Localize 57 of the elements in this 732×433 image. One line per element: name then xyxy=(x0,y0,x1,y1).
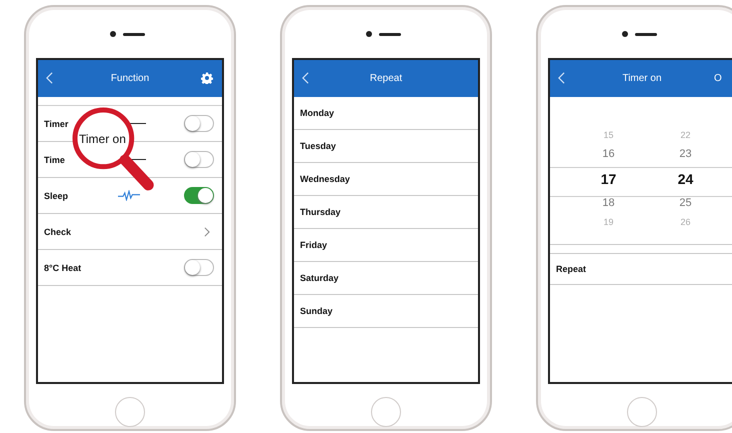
home-button[interactable] xyxy=(627,397,657,427)
list-item[interactable]: Sunday xyxy=(294,295,478,328)
camera-icon xyxy=(622,31,628,37)
header-action[interactable]: O xyxy=(714,73,722,84)
time-picker[interactable]: 15 16 17 18 19 22 23 24 25 26 xyxy=(550,97,732,245)
day-label: Saturday xyxy=(300,273,339,283)
setting-label: Time xyxy=(44,154,65,164)
camera-icon xyxy=(366,31,372,37)
toggle-switch[interactable] xyxy=(184,151,214,168)
setting-label: Timer xyxy=(44,118,68,128)
hour-value: 17 xyxy=(600,170,616,189)
screen-title: Function xyxy=(110,73,150,84)
setting-label: Sleep xyxy=(44,190,68,200)
home-button[interactable] xyxy=(371,397,401,427)
hour-value: 18 xyxy=(602,196,615,211)
hour-value: 15 xyxy=(603,129,614,142)
setting-row[interactable]: Sleep xyxy=(38,178,222,214)
day-label: Friday xyxy=(300,240,328,250)
toggle-switch[interactable] xyxy=(184,259,214,276)
setting-row[interactable]: Check xyxy=(38,214,222,250)
day-label: Wednesday xyxy=(300,174,350,184)
list-item[interactable]: Wednesday xyxy=(294,163,478,196)
minute-value: 25 xyxy=(679,196,692,211)
toggle-switch[interactable] xyxy=(184,187,214,204)
minute-value: 26 xyxy=(680,216,690,229)
back-icon[interactable] xyxy=(558,72,565,84)
list-item[interactable]: Monday xyxy=(294,97,478,130)
setting-label: Check xyxy=(44,226,72,236)
setting-row[interactable]: 8°C Heat xyxy=(38,250,222,286)
minute-value: 23 xyxy=(679,147,692,162)
back-icon[interactable] xyxy=(302,72,309,84)
list-item[interactable]: Tuesday xyxy=(294,130,478,163)
screen-title: Repeat xyxy=(370,73,402,84)
day-label: Monday xyxy=(300,108,334,118)
settings-icon[interactable] xyxy=(201,72,213,84)
repeat-row[interactable]: Repeat xyxy=(550,253,732,285)
screen-title: Timer on xyxy=(622,73,662,84)
list-item[interactable]: Friday xyxy=(294,229,478,262)
camera-icon xyxy=(110,31,116,37)
toggle-switch[interactable] xyxy=(184,115,214,132)
day-label: Tuesday xyxy=(300,141,336,151)
back-icon[interactable] xyxy=(46,72,53,84)
chevron-icon xyxy=(204,226,210,236)
day-label: Thursday xyxy=(300,207,341,217)
home-button[interactable] xyxy=(115,397,145,427)
speaker-icon xyxy=(635,33,657,36)
setting-label: 8°C Heat xyxy=(44,262,82,272)
minute-value: 24 xyxy=(678,170,694,189)
speaker-icon xyxy=(379,33,401,36)
list-item[interactable]: Thursday xyxy=(294,196,478,229)
list-item[interactable]: Saturday xyxy=(294,262,478,295)
day-label: Sunday xyxy=(300,306,333,316)
minute-value: 22 xyxy=(680,129,690,142)
hour-value: 16 xyxy=(602,147,615,162)
speaker-icon xyxy=(123,33,145,36)
row-label: Repeat xyxy=(556,264,586,274)
hour-value: 19 xyxy=(603,216,614,229)
